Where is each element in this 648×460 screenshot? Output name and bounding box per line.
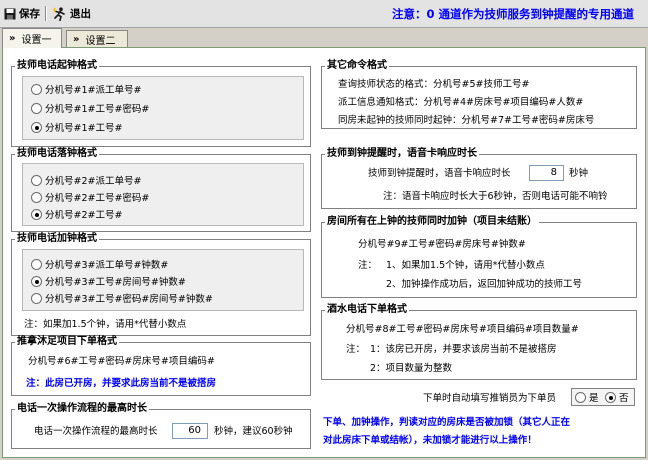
- add-clock-note: 注：如果加1.5个钟，请用*代替小数点: [24, 319, 187, 330]
- tab-settings-1[interactable]: » 设置一: [2, 28, 62, 48]
- radio-button[interactable]: [31, 258, 42, 270]
- auto-fill-no[interactable]: 否: [605, 390, 629, 404]
- add-clock-option-3[interactable]: 分机号#3#工号#密码#房间号#钟数#: [31, 291, 213, 305]
- auto-fill-yes[interactable]: 是: [575, 390, 599, 404]
- response-duration-input[interactable]: 8: [529, 165, 564, 181]
- other-cmd-line-2: 派工信息通知格式：分机号#4#房床号#项目编码#人数#: [338, 97, 584, 108]
- drink-order-group: 酒水电话下单格式 分机号#8#工号#密码#房床号#项目编码#项目数量# 注： 1…: [321, 304, 637, 380]
- start-clock-option-2[interactable]: 分机号#1#工号#密码#: [31, 101, 149, 115]
- drink-order-note-prefix: 注：: [346, 344, 366, 355]
- room-add-format: 分机号#9#工号#密码#房床号#钟数#: [358, 239, 526, 250]
- start-clock-option-3[interactable]: 分机号#1#工号#: [31, 120, 122, 134]
- group-body: 分机号#2#派工单号# 分机号#2#工号#密码# 分机号#2#工号#: [22, 163, 304, 226]
- radio-button[interactable]: [31, 102, 42, 114]
- save-button[interactable]: 保存: [4, 5, 40, 22]
- other-cmd-line-1: 查询技师状态的格式：分机号#5#技师工号#: [338, 79, 530, 90]
- add-clock-option-1[interactable]: 分机号#3#派工单号#钟数#: [31, 257, 168, 271]
- radio-button[interactable]: [31, 83, 42, 95]
- option-label: 分机号#3#派工单号#钟数#: [45, 260, 169, 271]
- option-label: 分机号#3#工号#密码#房间号#钟数#: [45, 294, 213, 305]
- other-cmd-line-3: 同房未起钟的技师同时起钟：分机号#7#工号#密码#房床号: [338, 115, 595, 126]
- end-clock-option-2[interactable]: 分机号#2#工号#密码#: [31, 190, 149, 204]
- tab-label: 设置二: [85, 36, 116, 47]
- group-body: 分机号#3#派工单号#钟数# 分机号#3#工号#房间号#钟数# 分机号#3#工号…: [22, 249, 304, 311]
- group-title: 其它命令格式: [325, 60, 389, 72]
- tab-settings-2[interactable]: » 设置二: [66, 30, 128, 48]
- radio-button[interactable]: [31, 292, 42, 304]
- option-label: 否: [619, 393, 629, 404]
- radio-button[interactable]: [31, 174, 42, 186]
- one-call-label: 电话一次操作流程的最高时长: [34, 426, 158, 437]
- start-clock-group: 技师电话起钟格式 分机号#1#派工单号# 分机号#1#工号#密码# 分机号#1#…: [11, 60, 311, 147]
- room-add-note-1: 1、如果加1.5个钟，请用*代替小数点: [386, 260, 545, 271]
- group-body: 分机号#1#派工单号# 分机号#1#工号#密码# 分机号#1#工号#: [22, 76, 304, 140]
- one-call-group: 电话一次操作流程的最高时长 电话一次操作流程的最高时长 60 秒钟，建议60秒钟: [11, 403, 311, 449]
- running-man-icon: [53, 6, 65, 21]
- save-label: 保存: [19, 8, 40, 20]
- radio-button-selected[interactable]: [605, 391, 616, 403]
- option-label: 分机号#1#工号#: [45, 123, 123, 134]
- radio-button-selected[interactable]: [31, 275, 42, 287]
- room-add-group: 房间所有在上钟的技师同时加钟（项目未结账） 分机号#9#工号#密码#房床号#钟数…: [321, 216, 637, 298]
- auto-fill-label: 下单时自动填写推销员为下单员: [423, 393, 557, 404]
- drink-order-note-2: 2：项目数量为整数: [370, 363, 453, 374]
- tab-strip: » 设置一 » 设置二: [0, 28, 648, 48]
- auto-fill-radio-group: 是 否: [571, 388, 635, 406]
- option-label: 分机号#2#工号#密码#: [45, 193, 150, 204]
- settings-panel: 技师电话起钟格式 分机号#1#派工单号# 分机号#1#工号#密码# 分机号#1#…: [2, 47, 646, 458]
- group-title: 推拿沐足项目下单格式: [15, 336, 119, 348]
- option-label: 分机号#1#工号#密码#: [45, 104, 150, 115]
- exit-label: 退出: [70, 8, 91, 20]
- add-clock-option-2[interactable]: 分机号#3#工号#房间号#钟数#: [31, 274, 186, 288]
- reminder-group: 技师到钟提醒时，语音卡响应时长 技师到钟提醒时，语音卡响应时长 8 秒钟 注：语…: [321, 148, 637, 209]
- double-chevron-right-icon: »: [73, 34, 80, 45]
- radio-button-selected[interactable]: [31, 208, 42, 220]
- start-clock-option-1[interactable]: 分机号#1#派工单号#: [31, 82, 141, 96]
- floppy-disk-icon: [4, 8, 16, 19]
- option-label: 是: [589, 393, 599, 404]
- group-title: 技师电话加钟格式: [15, 233, 99, 245]
- reminder-note: 注：语音卡响应时长大于6秒钟，否则电话可能不响铃: [383, 191, 608, 202]
- foot-project-warning: 注：此房已开房，并要求此房当前不是被搭房: [26, 378, 217, 389]
- drink-order-format: 分机号#8#工号#密码#房床号#项目编码#项目数量#: [346, 324, 579, 335]
- group-title: 酒水电话下单格式: [325, 304, 409, 316]
- option-label: 分机号#2#派工单号#: [45, 176, 142, 187]
- add-clock-group: 技师电话加钟格式 分机号#3#派工单号#钟数# 分机号#3#工号#房间号#钟数#…: [11, 233, 311, 336]
- room-add-note-prefix: 注：: [358, 260, 378, 271]
- group-title: 房间所有在上钟的技师同时加钟（项目未结账）: [325, 216, 539, 228]
- option-label: 分机号#2#工号#: [45, 210, 123, 221]
- group-title: 技师电话落钟格式: [15, 148, 99, 160]
- foot-project-format: 分机号#6#工号#密码#房床号#项目编码#: [28, 356, 215, 367]
- drink-order-note-1: 1：该房已开房，并要求该房当前不是被搭房: [370, 344, 557, 355]
- group-title: 技师到钟提醒时，语音卡响应时长: [325, 148, 479, 160]
- reminder-label: 技师到钟提醒时，语音卡响应时长: [368, 168, 511, 179]
- lock-note-line-2: 对此房床下单或结帐），未加锁才能进行以上操作！: [323, 435, 537, 446]
- exit-button[interactable]: 退出: [53, 5, 91, 22]
- end-clock-group: 技师电话落钟格式 分机号#2#派工单号# 分机号#2#工号#密码# 分机号#2#…: [11, 148, 311, 232]
- room-add-note-2: 2、加钟操作成功后，返回加钟成功的技师工号: [386, 279, 583, 290]
- group-title: 技师电话起钟格式: [15, 60, 99, 72]
- radio-button[interactable]: [31, 191, 42, 203]
- toolbar-separator: [45, 6, 47, 21]
- max-duration-input[interactable]: 60: [172, 423, 208, 439]
- foot-project-group: 推拿沐足项目下单格式 分机号#6#工号#密码#房床号#项目编码# 注：此房已开房…: [11, 336, 311, 396]
- end-clock-option-3[interactable]: 分机号#2#工号#: [31, 207, 122, 221]
- radio-button[interactable]: [575, 391, 586, 403]
- option-label: 分机号#1#派工单号#: [45, 85, 142, 96]
- end-clock-option-1[interactable]: 分机号#2#派工单号#: [31, 173, 141, 187]
- toolbar: 保存 退出 注意：0 通道作为技师服务到钟提醒的专用通道: [0, 0, 648, 28]
- one-call-suffix: 秒钟，建议60秒钟: [214, 426, 293, 437]
- radio-button-selected[interactable]: [31, 121, 42, 133]
- tab-label: 设置一: [21, 35, 52, 46]
- other-cmd-group: 其它命令格式 查询技师状态的格式：分机号#5#技师工号# 派工信息通知格式：分机…: [321, 60, 637, 129]
- lock-note-line-1: 下单、加钟操作，判读对应的房床是否被加锁（其它人正在: [323, 417, 571, 428]
- reminder-unit: 秒钟: [569, 168, 589, 179]
- double-chevron-right-icon: »: [9, 33, 16, 44]
- group-title: 电话一次操作流程的最高时长: [15, 403, 149, 415]
- option-label: 分机号#3#工号#房间号#钟数#: [45, 277, 186, 288]
- notice-text: 注意：0 通道作为技师服务到钟提醒的专用通道: [391, 7, 634, 21]
